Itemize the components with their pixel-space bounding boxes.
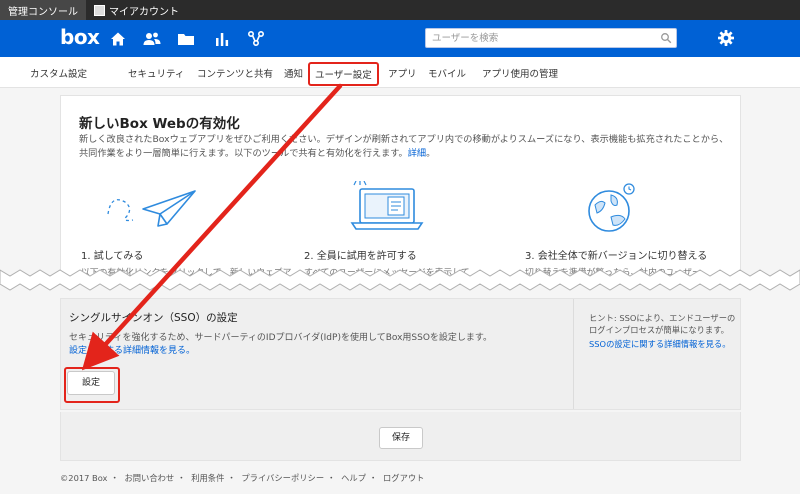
user-search	[425, 28, 677, 48]
home-icon[interactable]	[108, 29, 128, 49]
sso-details-link[interactable]: 設定に関する詳細情報を見る。	[69, 346, 195, 356]
users-icon[interactable]	[142, 29, 162, 49]
search-input[interactable]	[426, 29, 651, 47]
header-bar: box	[0, 20, 800, 57]
sso-settings-card: シングルサインオン（SSO）の設定 セキュリティを強化するため、サードパーティの…	[60, 298, 741, 410]
search-icon[interactable]	[660, 32, 672, 44]
subnav-item-app-usage[interactable]: アプリ使用の管理	[482, 66, 558, 80]
footer-copyright: ©2017 Box	[60, 473, 108, 483]
feature-title-switch-company: 3. 会社全体で新バージョンに切り替える	[525, 251, 708, 262]
admin-subnav: カスタム設定 セキュリティ コンテンツと共有 通知 ユーザー設定 アプリ モバイ…	[0, 57, 800, 88]
sso-hint: ヒント: SSOにより、エンドユーザーのログインプロセスが簡単になります。 SS…	[589, 313, 739, 351]
footer-link-help[interactable]: ヘルプ	[341, 473, 366, 483]
tab-my-account[interactable]: マイアカウント	[86, 0, 187, 20]
gear-icon[interactable]	[716, 28, 736, 48]
globe-icon	[588, 183, 635, 232]
save-bar: 保存	[60, 412, 741, 461]
paper-plane-icon	[107, 190, 196, 227]
card-description: 新しく改良されたBoxウェブアプリをぜひご利用ください。デザインが刷新されてアプ…	[79, 134, 729, 159]
new-box-web-card: 新しいBox Webの有効化 新しく改良されたBoxウェブアプリをぜひご利用くだ…	[60, 95, 741, 285]
tab-admin-console[interactable]: 管理コンソール	[0, 0, 86, 20]
footer-link-contact[interactable]: お問い合わせ	[124, 473, 174, 483]
sso-hint-link[interactable]: SSOの設定に関する詳細情報を見る。	[589, 339, 739, 351]
footer: ©2017 Box ・ お問い合わせ・ 利用条件・ プライバシーポリシー・ ヘルプ…	[60, 473, 425, 483]
footer-link-logout[interactable]: ログアウト	[383, 473, 425, 483]
save-button[interactable]: 保存	[379, 427, 423, 449]
sso-description: セキュリティを強化するため、サードパーティのIDプロバイダ(IdP)を使用してB…	[69, 333, 493, 356]
folder-icon[interactable]	[176, 29, 196, 49]
subnav-item-notifications[interactable]: 通知	[284, 66, 303, 80]
reports-icon[interactable]	[212, 29, 232, 49]
footer-link-privacy[interactable]: プライバシーポリシー	[241, 473, 324, 483]
torn-edge-divider	[0, 269, 800, 291]
card-title: 新しいBox Webの有効化	[79, 116, 240, 132]
subnav-item-user-settings[interactable]: ユーザー設定	[308, 62, 379, 86]
feature-title-allow-all: 2. 全員に試用を許可する	[304, 251, 417, 262]
workflow-icon[interactable]	[246, 29, 266, 49]
subnav-item-custom-setup[interactable]: カスタム設定	[30, 66, 87, 80]
laptop-icon	[350, 181, 424, 230]
setup-button-highlight	[64, 367, 120, 403]
subnav-item-content-sharing[interactable]: コンテンツと共有	[197, 66, 273, 80]
footer-link-terms[interactable]: 利用条件	[191, 473, 224, 483]
sso-title: シングルサインオン（SSO）の設定	[69, 312, 238, 324]
subnav-item-security[interactable]: セキュリティ	[128, 66, 184, 80]
top-tab-strip: 管理コンソール マイアカウント	[0, 0, 800, 20]
details-link[interactable]: 詳細	[408, 148, 426, 159]
box-logo[interactable]: box	[60, 25, 100, 49]
sso-main-panel: シングルサインオン（SSO）の設定 セキュリティを強化するため、サードパーティの…	[61, 299, 574, 409]
subnav-item-mobile[interactable]: モバイル	[428, 66, 466, 80]
avatar	[94, 4, 105, 16]
feature-title-try: 1. 試してみる	[81, 251, 144, 262]
subnav-item-apps[interactable]: アプリ	[388, 66, 417, 80]
